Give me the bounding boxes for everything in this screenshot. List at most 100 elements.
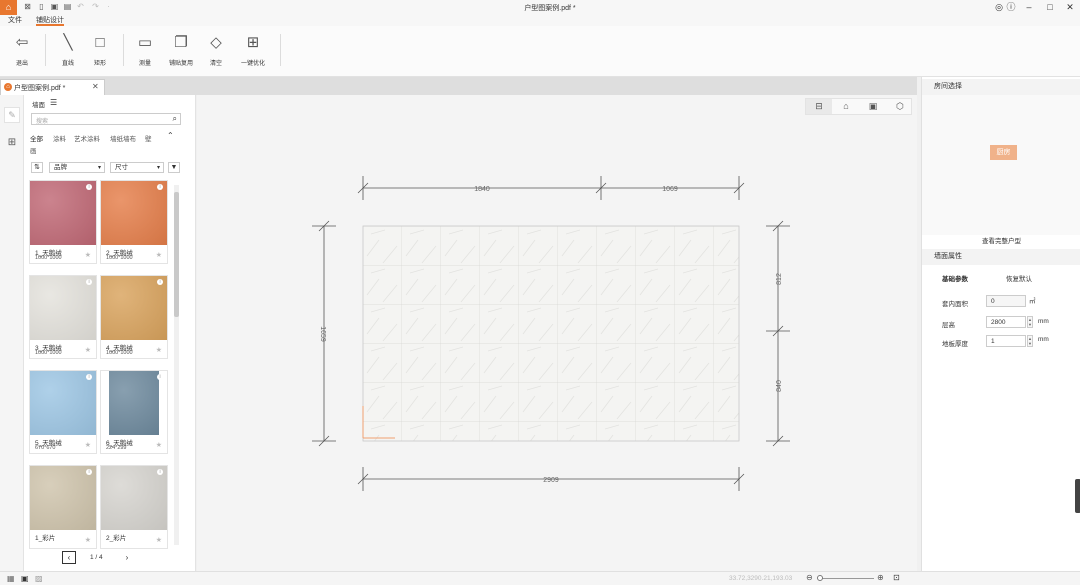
info-icon[interactable]: i xyxy=(157,279,163,285)
floor-thickness-input[interactable]: 1 xyxy=(986,335,1026,347)
drawing-canvas[interactable]: ⊟ ⌂ ▣ ⬡ 1840 1069 2909 1659 812 840 xyxy=(197,95,917,571)
ruler-icon: ▭ xyxy=(137,34,153,51)
category-art-paint[interactable]: 艺术涂料 xyxy=(74,133,100,143)
document-icon: ⌂ xyxy=(4,83,12,91)
material-size: 1000*1000 xyxy=(35,255,62,261)
category-all[interactable]: 全部 xyxy=(30,133,43,143)
favorite-star-icon[interactable]: ★ xyxy=(156,251,162,259)
material-card[interactable]: i 2_彩片 ★ xyxy=(101,466,167,548)
info-icon[interactable]: i xyxy=(86,469,92,475)
line-icon: ╲ xyxy=(63,34,73,51)
favorite-star-icon[interactable]: ★ xyxy=(156,346,162,354)
zoom-slider-handle[interactable] xyxy=(817,575,823,581)
tile-apply-button[interactable]: ❐ 铺贴复用 xyxy=(163,33,199,67)
zoom-out-icon[interactable]: ⊖ xyxy=(806,573,813,582)
maximize-icon[interactable]: □ xyxy=(1043,1,1057,13)
search-input[interactable]: 搜索 ⌕ xyxy=(31,113,181,125)
material-card[interactable]: i 6_天鹅绒 224*299 ★ xyxy=(101,371,167,453)
tile-apply-label: 铺贴复用 xyxy=(168,61,193,67)
side-handle[interactable] xyxy=(1075,479,1080,513)
favorite-star-icon[interactable]: ★ xyxy=(85,346,91,354)
menu-tile-design[interactable]: 铺贴设计 xyxy=(36,15,64,26)
collapse-icon[interactable]: ⌃ xyxy=(167,131,174,140)
close-tab-icon[interactable]: ✕ xyxy=(92,82,99,91)
info-icon[interactable]: i xyxy=(157,184,163,190)
info-icon[interactable]: i xyxy=(86,279,92,285)
area-label: 套内面积 xyxy=(942,301,968,308)
close-window-icon[interactable]: ✕ xyxy=(1063,1,1077,13)
ribbon-toolbar: ⇦ 退出 ╲ 直线 □ 矩形 ▭ 测量 ❐ 铺贴复用 ◇ 清空 ⊞ 一键优化 xyxy=(0,26,1080,77)
zoom-slider[interactable] xyxy=(818,578,874,579)
properties-panel: 房间选择 厨房 查看完整户型 墙面属性 基础参数 恢复默认 套内面积 0 ㎡ 层… xyxy=(921,77,1080,571)
help-icon[interactable]: ⓘ xyxy=(1004,1,1018,13)
next-page-button[interactable]: › xyxy=(120,551,134,564)
line-tool-button[interactable]: ╲ 直线 xyxy=(50,33,86,67)
document-tab[interactable]: ⌂ 户型图案例.pdf * ✕ xyxy=(0,79,105,95)
favorite-star-icon[interactable]: ★ xyxy=(156,441,162,449)
info-icon[interactable]: i xyxy=(157,374,163,380)
filter-icon[interactable]: ▼ xyxy=(168,162,180,173)
brush-icon[interactable]: ✎ xyxy=(4,107,20,123)
category-wallpaper[interactable]: 墙纸墙布 xyxy=(110,133,136,143)
prev-page-button[interactable]: ‹ xyxy=(62,551,76,564)
menu-file[interactable]: 文件 xyxy=(8,15,22,26)
zoom-in-icon[interactable]: ⊕ xyxy=(877,573,884,582)
measure-button[interactable]: ▭ 测量 xyxy=(127,33,163,67)
height-input[interactable]: 2800 xyxy=(986,316,1026,328)
undo-icon[interactable]: ↶ xyxy=(76,2,85,11)
sort-icon[interactable]: ⇅ xyxy=(31,162,43,173)
info-icon[interactable]: i xyxy=(86,374,92,380)
floor-thickness-unit: mm xyxy=(1038,336,1049,343)
favorite-star-icon[interactable]: ★ xyxy=(156,536,162,544)
fit-view-icon[interactable]: ⊡ xyxy=(893,573,900,582)
info-icon[interactable]: i xyxy=(86,184,92,190)
new-file-icon[interactable]: ▯ xyxy=(37,2,46,11)
redo-icon[interactable]: ↷ xyxy=(91,2,100,11)
height-stepper[interactable]: ▲ ▼ xyxy=(1027,316,1033,328)
optimize-button[interactable]: ⊞ 一键优化 xyxy=(235,33,271,67)
more-icon[interactable]: · xyxy=(104,2,113,11)
material-card[interactable]: i 4_天鹅绒 1000*1000 ★ xyxy=(101,276,167,358)
grid-toggle-icon[interactable]: ▦ xyxy=(7,574,15,583)
size-dropdown[interactable]: 尺寸 ▾ xyxy=(110,162,164,173)
material-card[interactable]: i 1_彩片 ★ xyxy=(30,466,96,548)
floor-thickness-stepper[interactable]: ▲ ▼ xyxy=(1027,335,1033,347)
room-thumbnail[interactable] xyxy=(922,95,1080,235)
favorite-star-icon[interactable]: ★ xyxy=(85,536,91,544)
brand-dropdown[interactable]: 品牌 ▾ xyxy=(49,162,105,173)
search-icon[interactable]: ⌕ xyxy=(173,114,177,124)
rect-label: 矩形 xyxy=(93,61,106,67)
list-icon[interactable]: ☰ xyxy=(50,98,57,107)
snap-toggle-icon[interactable]: ▣ xyxy=(21,574,29,583)
close-doc-icon[interactable]: ⊠ xyxy=(23,2,32,11)
room-tag[interactable]: 厨房 xyxy=(990,145,1017,160)
view-full-layout-link[interactable]: 查看完整户型 xyxy=(922,235,1080,245)
category-mural-wrap: 画 xyxy=(30,148,37,155)
size-label: 尺寸 xyxy=(115,164,128,171)
open-file-icon[interactable]: ▣ xyxy=(50,2,59,11)
info-icon[interactable]: i xyxy=(157,469,163,475)
material-card[interactable]: i 1_天鹅绒 1000*1000 ★ xyxy=(30,181,96,263)
favorite-star-icon[interactable]: ★ xyxy=(85,251,91,259)
material-card[interactable]: i 3_天鹅绒 1000*1000 ★ xyxy=(30,276,96,358)
scrollbar-thumb[interactable] xyxy=(174,192,179,317)
favorite-star-icon[interactable]: ★ xyxy=(85,441,91,449)
restore-default-button[interactable]: 恢复默认 xyxy=(1006,273,1032,283)
exit-icon: ⇦ xyxy=(15,34,29,51)
grid-icon[interactable]: ⊞ xyxy=(4,135,20,151)
material-card[interactable]: i 2_天鹅绒 1000*1000 ★ xyxy=(101,181,167,263)
save-icon[interactable]: ▤ xyxy=(63,2,72,11)
image-toggle-icon[interactable]: ▨ xyxy=(35,574,43,583)
category-paint[interactable]: 涂料 xyxy=(53,133,66,143)
material-panel: 墙面 ☰ 搜索 ⌕ 全部 涂料 艺术涂料 墙纸墙布 壁 画 ⌃ ⇅ 品牌 ▾ 尺… xyxy=(24,95,196,571)
exit-button[interactable]: ⇦ 退出 xyxy=(4,33,40,67)
rect-tool-button[interactable]: □ 矩形 xyxy=(82,33,118,67)
wall-surface[interactable] xyxy=(362,225,740,442)
minimize-icon[interactable]: – xyxy=(1022,1,1036,13)
material-swatch xyxy=(109,371,159,435)
material-card[interactable]: i 5_天鹅绒 670*670 ★ xyxy=(30,371,96,453)
category-mural[interactable]: 壁 xyxy=(145,133,152,143)
height-label: 层高 xyxy=(942,322,955,329)
clear-button[interactable]: ◇ 清空 xyxy=(198,33,234,67)
app-logo-icon[interactable]: ⌂ xyxy=(0,0,17,15)
